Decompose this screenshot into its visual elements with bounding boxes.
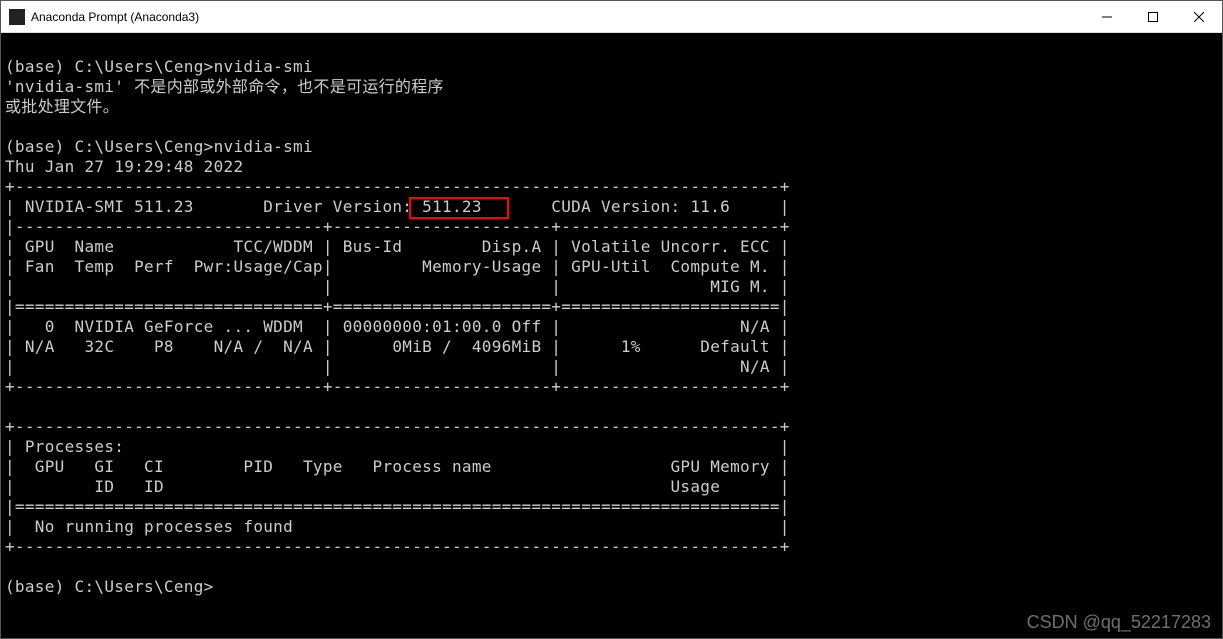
- terminal-line: Thu Jan 27 19:29:48 2022: [5, 157, 243, 176]
- terminal-line: +---------------------------------------…: [5, 417, 790, 436]
- terminal-area[interactable]: (base) C:\Users\Ceng>nvidia-smi 'nvidia-…: [1, 33, 1222, 638]
- terminal-line: |===============================+=======…: [5, 297, 790, 316]
- titlebar-left: Anaconda Prompt (Anaconda3): [9, 9, 199, 25]
- minimize-button[interactable]: [1084, 1, 1130, 32]
- terminal-line: | ID ID Usage |: [5, 477, 790, 496]
- terminal-line: |=======================================…: [5, 497, 790, 516]
- terminal-line: | GPU GI CI PID Type Process name GPU Me…: [5, 457, 790, 476]
- titlebar-controls: [1084, 1, 1222, 32]
- terminal-line: +---------------------------------------…: [5, 177, 790, 196]
- maximize-icon: [1148, 12, 1158, 22]
- app-icon: [9, 9, 25, 25]
- terminal-line: | | | N/A |: [5, 357, 790, 376]
- terminal-line: 或批处理文件。: [5, 97, 119, 116]
- terminal-line: | Fan Temp Perf Pwr:Usage/Cap| Memory-Us…: [5, 257, 790, 276]
- terminal-line: | Processes: |: [5, 437, 790, 456]
- terminal-line: | No running processes found |: [5, 517, 790, 536]
- anaconda-prompt-window: Anaconda Prompt (Anaconda3) (base) C:\Us…: [0, 0, 1223, 639]
- terminal-line: | 0 NVIDIA GeForce ... WDDM | 00000000:0…: [5, 317, 790, 336]
- maximize-button[interactable]: [1130, 1, 1176, 32]
- terminal-line: | NVIDIA-SMI 511.23 Driver Version: 511.…: [5, 197, 790, 216]
- close-icon: [1194, 12, 1204, 22]
- terminal-line: 'nvidia-smi' 不是内部或外部命令，也不是可运行的程序: [5, 77, 444, 96]
- titlebar: Anaconda Prompt (Anaconda3): [1, 1, 1222, 33]
- terminal-line: (base) C:\Users\Ceng>nvidia-smi: [5, 57, 313, 76]
- terminal-line: +---------------------------------------…: [5, 537, 790, 556]
- close-button[interactable]: [1176, 1, 1222, 32]
- terminal-line: | N/A 32C P8 N/A / N/A | 0MiB / 4096MiB …: [5, 337, 790, 356]
- terminal-line: | | | MIG M. |: [5, 277, 790, 296]
- terminal-line: (base) C:\Users\Ceng>: [5, 577, 214, 596]
- minimize-icon: [1102, 12, 1112, 22]
- window-title: Anaconda Prompt (Anaconda3): [31, 10, 199, 24]
- terminal-line: (base) C:\Users\Ceng>nvidia-smi: [5, 137, 313, 156]
- terminal-line: +-------------------------------+-------…: [5, 377, 790, 396]
- terminal-line: | GPU Name TCC/WDDM | Bus-Id Disp.A | Vo…: [5, 237, 790, 256]
- terminal-line: |-------------------------------+-------…: [5, 217, 790, 236]
